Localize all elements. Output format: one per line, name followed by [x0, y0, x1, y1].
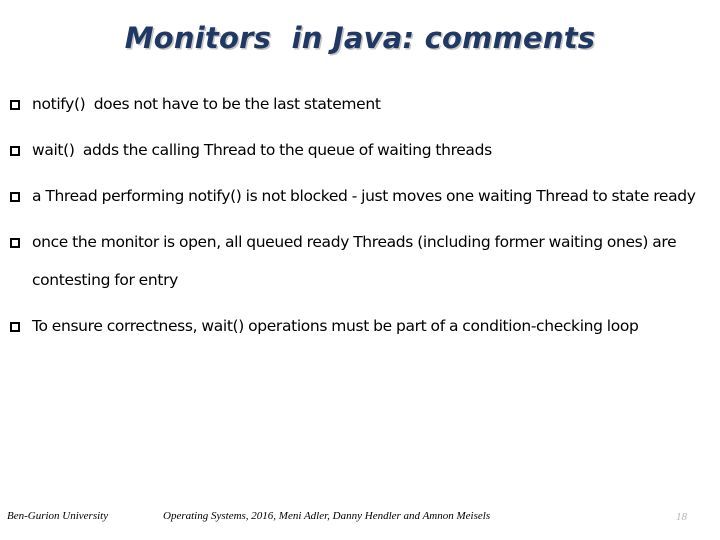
square-bullet-icon [10, 230, 32, 255]
list-item: a Thread performing notify() is not bloc… [10, 184, 700, 215]
list-item: To ensure correctness, wait() operations… [10, 314, 700, 345]
footer-course-credits: Operating Systems, 2016, Meni Adler, Dan… [163, 510, 491, 522]
square-bullet-icon [10, 138, 32, 163]
footer-institution: Ben-Gurion University [7, 510, 109, 522]
slide-canvas: Monitors in Java: comments notify() does… [0, 0, 720, 540]
list-item: wait() adds the calling Thread to the qu… [10, 138, 700, 169]
slide-title: Monitors in Java: comments [124, 21, 596, 55]
list-item-text: notify() does not have to be the last st… [32, 95, 381, 113]
list-item: notify() does not have to be the last st… [10, 92, 700, 123]
list-item-text: once the monitor is open, all queued rea… [32, 233, 681, 289]
slide-footer: Ben-Gurion University Operating Systems,… [0, 500, 720, 540]
list-item: once the monitor is open, all queued rea… [10, 230, 700, 299]
slide-number: 18 [676, 511, 687, 523]
square-bullet-icon [10, 92, 32, 117]
list-item-text: To ensure correctness, wait() operations… [32, 317, 639, 335]
square-bullet-icon [10, 184, 32, 209]
bullet-list: notify() does not have to be the last st… [10, 92, 700, 360]
list-item-text: a Thread performing notify() is not bloc… [32, 187, 696, 205]
list-item-text: wait() adds the calling Thread to the qu… [32, 141, 492, 159]
square-bullet-icon [10, 314, 32, 339]
